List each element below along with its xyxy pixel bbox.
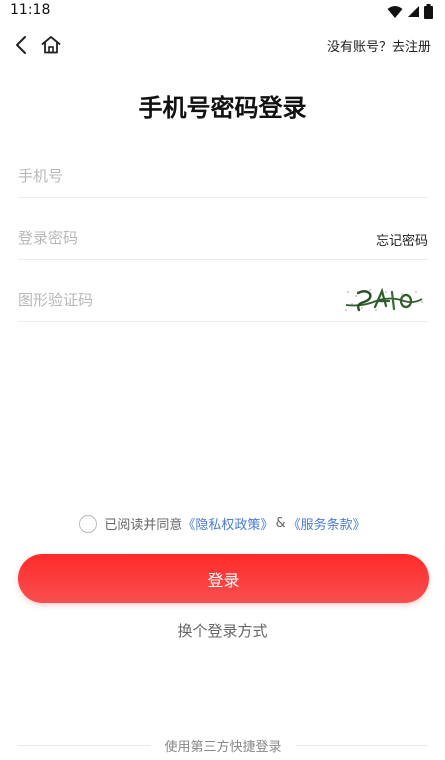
divider-line-left xyxy=(18,744,151,746)
third-party-login-divider: 使用第三方快捷登录 xyxy=(18,736,429,755)
login-button[interactable]: 登录 xyxy=(18,554,429,603)
page-title: 手机号密码登录 xyxy=(138,94,307,122)
agreement-ampersand: & xyxy=(275,516,286,531)
register-link[interactable]: 没有账号？去注册 xyxy=(327,36,431,55)
third-party-login-label: 使用第三方快捷登录 xyxy=(164,739,282,755)
login-page: 11:18 没有账号？去注册 手机号密码登录 忘记密码 xyxy=(0,0,445,760)
captcha-field xyxy=(18,276,428,322)
captcha-image[interactable] xyxy=(342,284,426,314)
phone-input[interactable] xyxy=(18,164,318,188)
password-input[interactable] xyxy=(18,226,318,250)
divider-line-right xyxy=(295,744,429,746)
wifi-icon xyxy=(387,5,403,18)
status-time: 11:18 xyxy=(10,2,51,18)
terms-of-service-link[interactable]: 《服务条款》 xyxy=(288,514,366,533)
phone-field xyxy=(18,152,428,198)
status-bar: 11:18 xyxy=(0,0,445,24)
switch-login-method-link[interactable]: 换个登录方式 xyxy=(0,620,445,641)
captcha-input[interactable] xyxy=(18,288,318,312)
status-icons xyxy=(387,4,433,19)
home-icon[interactable] xyxy=(39,33,63,57)
agreement-row: 已阅读并同意 《隐私权政策》 & 《服务条款》 xyxy=(0,514,445,533)
signal-icon xyxy=(408,6,419,17)
password-field: 忘记密码 xyxy=(18,214,428,260)
privacy-policy-link[interactable]: 《隐私权政策》 xyxy=(182,514,273,533)
back-icon[interactable] xyxy=(10,33,34,57)
battery-icon xyxy=(424,4,433,19)
agreement-prefix: 已阅读并同意 xyxy=(104,518,183,533)
forgot-password-link[interactable]: 忘记密码 xyxy=(376,230,428,249)
agreement-checkbox[interactable] xyxy=(79,514,98,533)
